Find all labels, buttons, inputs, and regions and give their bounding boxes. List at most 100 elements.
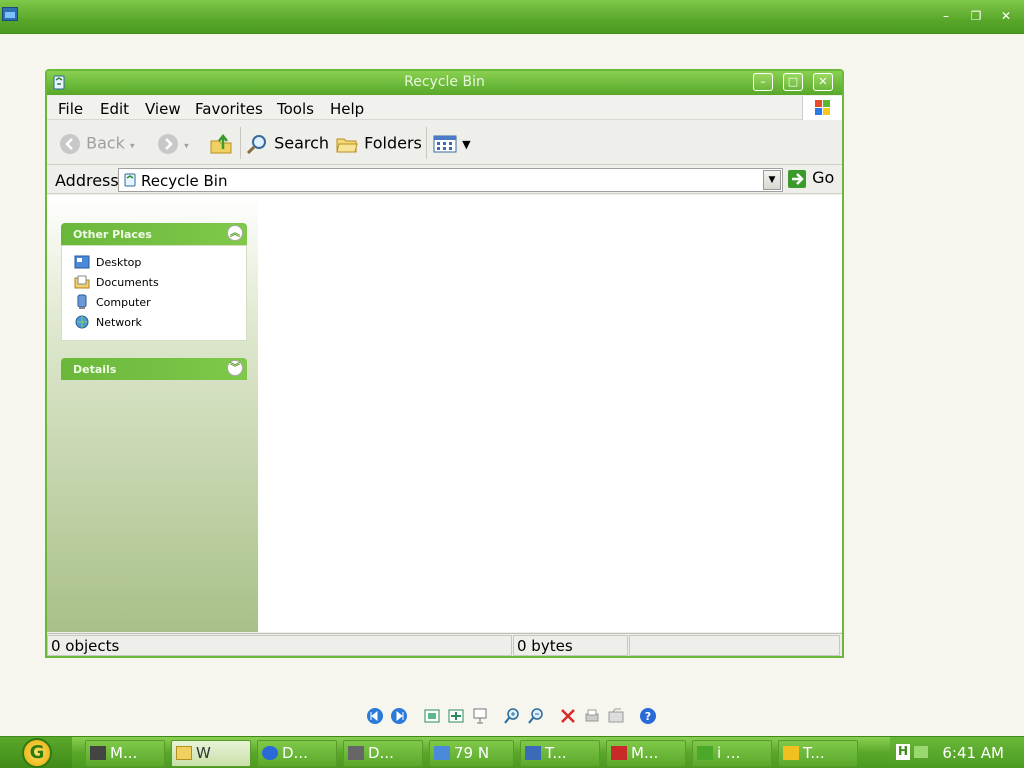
- forward-button[interactable]: ▾: [157, 133, 189, 155]
- viewer-toolbar: ?: [366, 707, 666, 727]
- next-image-icon[interactable]: [390, 707, 408, 725]
- place-label: Network: [96, 316, 142, 329]
- menu-favorites[interactable]: Favorites: [195, 100, 263, 118]
- folders-button[interactable]: Folders: [335, 133, 422, 155]
- forward-arrow-icon: [158, 134, 178, 154]
- menu-edit[interactable]: Edit: [100, 100, 129, 118]
- maximize-button[interactable]: □: [783, 73, 803, 91]
- clock[interactable]: 6:41 AM: [942, 744, 1004, 762]
- task-group-button[interactable]: 79 N: [429, 740, 514, 767]
- views-button[interactable]: ▼: [433, 133, 471, 154]
- window-title-bar[interactable]: Recycle Bin – □ ✕: [47, 71, 842, 95]
- collapse-chevron-icon[interactable]: ︽: [227, 225, 243, 241]
- task-button[interactable]: T...: [778, 740, 858, 767]
- print-icon[interactable]: [583, 707, 601, 725]
- program-icon: [90, 746, 106, 760]
- taskbar: G M... W D... D... 79 N T... M... i ... …: [0, 736, 1024, 768]
- status-bar: 0 objects 0 bytes: [47, 633, 842, 656]
- search-label: Search: [274, 133, 330, 153]
- program-icon: [348, 746, 364, 760]
- back-label: Back: [86, 133, 125, 153]
- status-objects: 0 objects: [47, 635, 512, 656]
- back-arrow-icon: [60, 134, 80, 154]
- recycle-bin-window: Recycle Bin – □ ✕ File Edit View Favorit…: [45, 69, 844, 658]
- back-button[interactable]: Back ▾: [59, 133, 135, 155]
- other-places-header[interactable]: Other Places ︽: [61, 223, 247, 245]
- tray-app-icon[interactable]: H: [896, 744, 910, 760]
- program-icon: [783, 746, 799, 760]
- menu-help[interactable]: Help: [330, 100, 364, 118]
- up-folder-icon: [210, 133, 232, 154]
- task-label: M...: [110, 744, 138, 762]
- start-orb-icon: G: [22, 738, 52, 768]
- task-button[interactable]: D...: [257, 740, 337, 767]
- search-icon: [246, 135, 266, 155]
- menu-bar: File Edit View Favorites Tools Help: [47, 96, 842, 120]
- best-fit-icon[interactable]: [423, 707, 441, 725]
- help-icon[interactable]: ?: [639, 707, 657, 725]
- folders-icon: [336, 138, 358, 153]
- zoom-out-icon[interactable]: [527, 707, 545, 725]
- window-title: Recycle Bin: [404, 74, 485, 90]
- details-header[interactable]: Details ︾: [61, 358, 247, 380]
- outer-close-button[interactable]: ✕: [996, 7, 1016, 25]
- address-label: Address: [55, 171, 119, 190]
- task-button[interactable]: T...: [520, 740, 600, 767]
- task-button[interactable]: M...: [85, 740, 165, 767]
- document-icon: [434, 746, 450, 760]
- recycle-bin-icon: [124, 173, 136, 187]
- menu-tools[interactable]: Tools: [277, 100, 314, 118]
- delete-icon[interactable]: [559, 707, 577, 725]
- svg-text:?: ?: [645, 710, 651, 723]
- up-folder-button[interactable]: [209, 133, 233, 155]
- task-button[interactable]: M...: [606, 740, 686, 767]
- task-button[interactable]: D...: [343, 740, 423, 767]
- task-label: T...: [803, 744, 825, 762]
- menu-view[interactable]: View: [145, 100, 181, 118]
- toolbar-separator: [426, 127, 427, 159]
- place-label: Documents: [96, 276, 159, 289]
- address-value: Recycle Bin: [141, 172, 228, 190]
- close-button[interactable]: ✕: [813, 73, 833, 91]
- task-label: D...: [282, 744, 308, 762]
- minimize-button[interactable]: –: [753, 73, 773, 91]
- go-arrow-icon: [788, 169, 806, 188]
- start-button[interactable]: G: [0, 737, 72, 768]
- task-button-active[interactable]: W: [171, 740, 251, 767]
- file-list-area[interactable]: [258, 195, 842, 632]
- go-label: Go: [812, 168, 835, 187]
- views-dropdown-icon[interactable]: ▼: [462, 138, 470, 151]
- zoom-in-icon[interactable]: [503, 707, 521, 725]
- standard-toolbar: Back ▾ ▾ Search Folders ▼: [47, 121, 842, 165]
- browser-icon: [262, 746, 278, 760]
- address-input[interactable]: Recycle Bin ▼: [118, 168, 783, 192]
- desktop-icon: [74, 255, 90, 269]
- slideshow-icon[interactable]: [471, 707, 489, 725]
- image-viewer-icon: [2, 7, 18, 21]
- copy-to-icon[interactable]: [607, 707, 625, 725]
- expand-chevron-icon[interactable]: ︾: [227, 360, 243, 376]
- task-label: T...: [545, 744, 567, 762]
- outer-title-bar: – ❐ ✕: [0, 0, 1024, 34]
- computer-icon: [77, 294, 87, 309]
- outer-minimize-button[interactable]: –: [936, 7, 956, 25]
- status-empty: [629, 635, 840, 656]
- documents-folder-icon: [74, 275, 90, 289]
- previous-image-icon[interactable]: [366, 707, 384, 725]
- menu-file[interactable]: File: [58, 100, 83, 118]
- folder-icon: [176, 746, 192, 760]
- actual-size-icon[interactable]: [447, 707, 465, 725]
- task-button[interactable]: i ...: [692, 740, 772, 767]
- back-dropdown-icon[interactable]: ▾: [130, 142, 135, 152]
- outer-restore-button[interactable]: ❐: [966, 7, 986, 25]
- address-dropdown-button[interactable]: ▼: [763, 170, 781, 190]
- search-button[interactable]: Search: [245, 133, 329, 155]
- task-pane: Other Places ︽ Desktop Documents Compute…: [47, 195, 258, 632]
- monitor-icon: [525, 746, 541, 760]
- forward-dropdown-icon[interactable]: ▾: [184, 142, 189, 152]
- details-title: Details: [73, 363, 117, 376]
- address-bar: Address Recycle Bin ▼ Go: [47, 166, 842, 194]
- views-icon: [433, 135, 457, 152]
- go-button[interactable]: Go: [787, 168, 834, 189]
- tray-network-icon[interactable]: [914, 746, 928, 758]
